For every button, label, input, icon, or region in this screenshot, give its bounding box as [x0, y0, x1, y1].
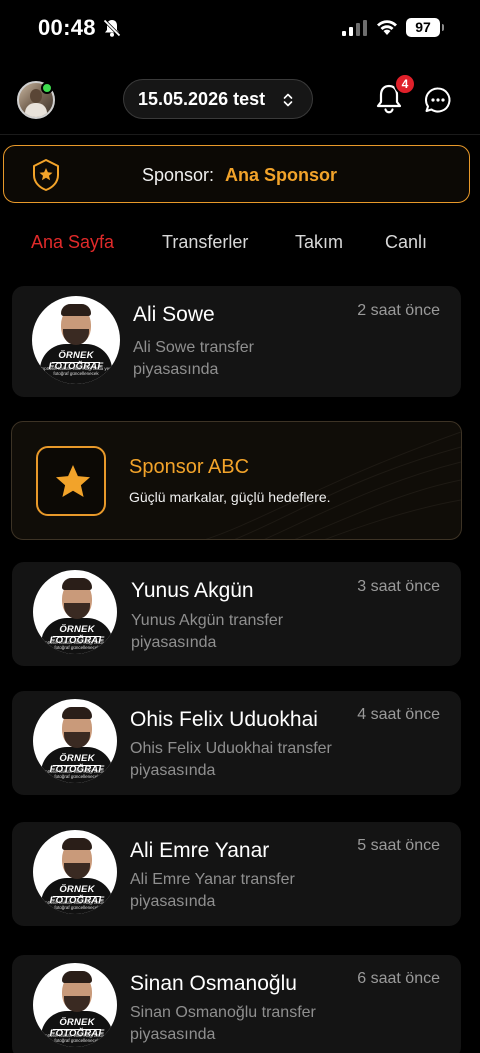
sponsor-name: Ana Sponsor	[225, 165, 338, 185]
player-photo: ÖRNEK FOTOĞRAF TopSekk hakları elde etti…	[33, 699, 117, 783]
post-time: 5 saat önce	[357, 837, 440, 854]
player-name: Ali Emre Yanar	[130, 839, 270, 862]
chat-bubble-icon[interactable]	[424, 86, 452, 114]
sponsor-banner[interactable]: Sponsor: Ana Sponsor	[3, 145, 470, 203]
player-photo: ÖRNEK FOTOĞRAF TopSekk hakları elde etti…	[33, 963, 117, 1047]
player-photo: ÖRNEK FOTOĞRAF TopSekk hakları elde etti…	[33, 830, 117, 914]
tab-bar: Ana Sayfa Transferler Takım Canlı	[0, 232, 480, 256]
wifi-icon	[377, 20, 397, 35]
player-name: Sinan Osmanoğlu	[130, 972, 297, 995]
player-photo: ÖRNEK FOTOĞRAF TopSekk hakları elde etti…	[33, 570, 117, 654]
star-icon	[56, 465, 90, 497]
player-name: Ali Sowe	[133, 303, 215, 326]
post-description: Ohis Felix Uduokhai transfer piyasasında	[130, 740, 332, 779]
player-name: Yunus Akgün	[131, 579, 254, 602]
post-description: Sinan Osmanoğlu transfer piyasasında	[130, 1004, 316, 1043]
shield-star-icon	[33, 159, 59, 191]
sponsor-label: Sponsor:	[142, 165, 215, 185]
tab-canli[interactable]: Canlı	[385, 232, 427, 253]
post-time: 6 saat önce	[357, 970, 440, 987]
decorative-wave-lines	[205, 431, 461, 539]
photo-watermark-caption: TopSekk hakları elde ettiği anda yeni fo…	[40, 769, 114, 779]
status-time: 00:48	[38, 15, 96, 40]
photo-watermark-caption: TopSekk hakları elde ettiği anda yeni fo…	[40, 1033, 114, 1043]
promo-subtitle: Güçlü markalar, güçlü hedeflere.	[129, 489, 331, 505]
sponsor-promo-card[interactable]: Sponsor ABC Güçlü markalar, güçlü hedefl…	[11, 421, 462, 540]
player-photo: ÖRNEK FOTOĞRAF TopSekk hakları elde etti…	[32, 296, 120, 384]
post-description: Ali Sowe transfer piyasasında	[133, 339, 254, 378]
post-time: 3 saat önce	[357, 578, 440, 595]
promo-star-badge	[36, 446, 106, 516]
tab-ana-sayfa[interactable]: Ana Sayfa	[31, 232, 114, 253]
promo-title: Sponsor ABC	[129, 456, 250, 478]
notification-badge: 4	[394, 73, 416, 95]
date-selector[interactable]: 15.05.2026 test	[123, 79, 313, 119]
online-status-dot	[41, 82, 53, 94]
tab-takim[interactable]: Takım	[295, 232, 343, 253]
feed-card[interactable]: ÖRNEK FOTOĞRAF TopSekk hakları elde etti…	[12, 286, 461, 397]
photo-watermark-caption: TopSekk hakları elde ettiği anda yeni fo…	[40, 640, 114, 650]
status-bar: 00:48 97	[0, 0, 480, 58]
feed-card[interactable]: ÖRNEK FOTOĞRAF TopSekk hakları elde etti…	[12, 822, 461, 926]
post-time: 4 saat önce	[357, 706, 440, 723]
feed-card[interactable]: ÖRNEK FOTOĞRAF TopSekk hakları elde etti…	[12, 691, 461, 795]
post-time: 2 saat önce	[357, 302, 440, 319]
signal-icon	[342, 20, 367, 36]
post-description: Yunus Akgün transfer piyasasında	[131, 612, 284, 651]
chevron-up-down-icon	[283, 93, 293, 107]
feed-card[interactable]: ÖRNEK FOTOĞRAF TopSekk hakları elde etti…	[12, 562, 461, 666]
date-selector-label: 15.05.2026 test	[138, 88, 266, 109]
app-header: 15.05.2026 test 4	[0, 62, 480, 135]
tab-transferler[interactable]: Transferler	[162, 232, 248, 253]
feed-card[interactable]: ÖRNEK FOTOĞRAF TopSekk hakları elde etti…	[12, 955, 461, 1053]
bell-slash-icon	[103, 19, 121, 37]
photo-watermark-caption: TopSekk hakları elde ettiği anda yeni fo…	[40, 900, 114, 910]
battery-indicator: 97	[406, 18, 444, 37]
photo-watermark-caption: TopSekk hakları elde ettiği anda yeni fo…	[39, 366, 113, 376]
post-description: Ali Emre Yanar transfer piyasasında	[130, 871, 295, 910]
player-name: Ohis Felix Uduokhai	[130, 708, 318, 731]
